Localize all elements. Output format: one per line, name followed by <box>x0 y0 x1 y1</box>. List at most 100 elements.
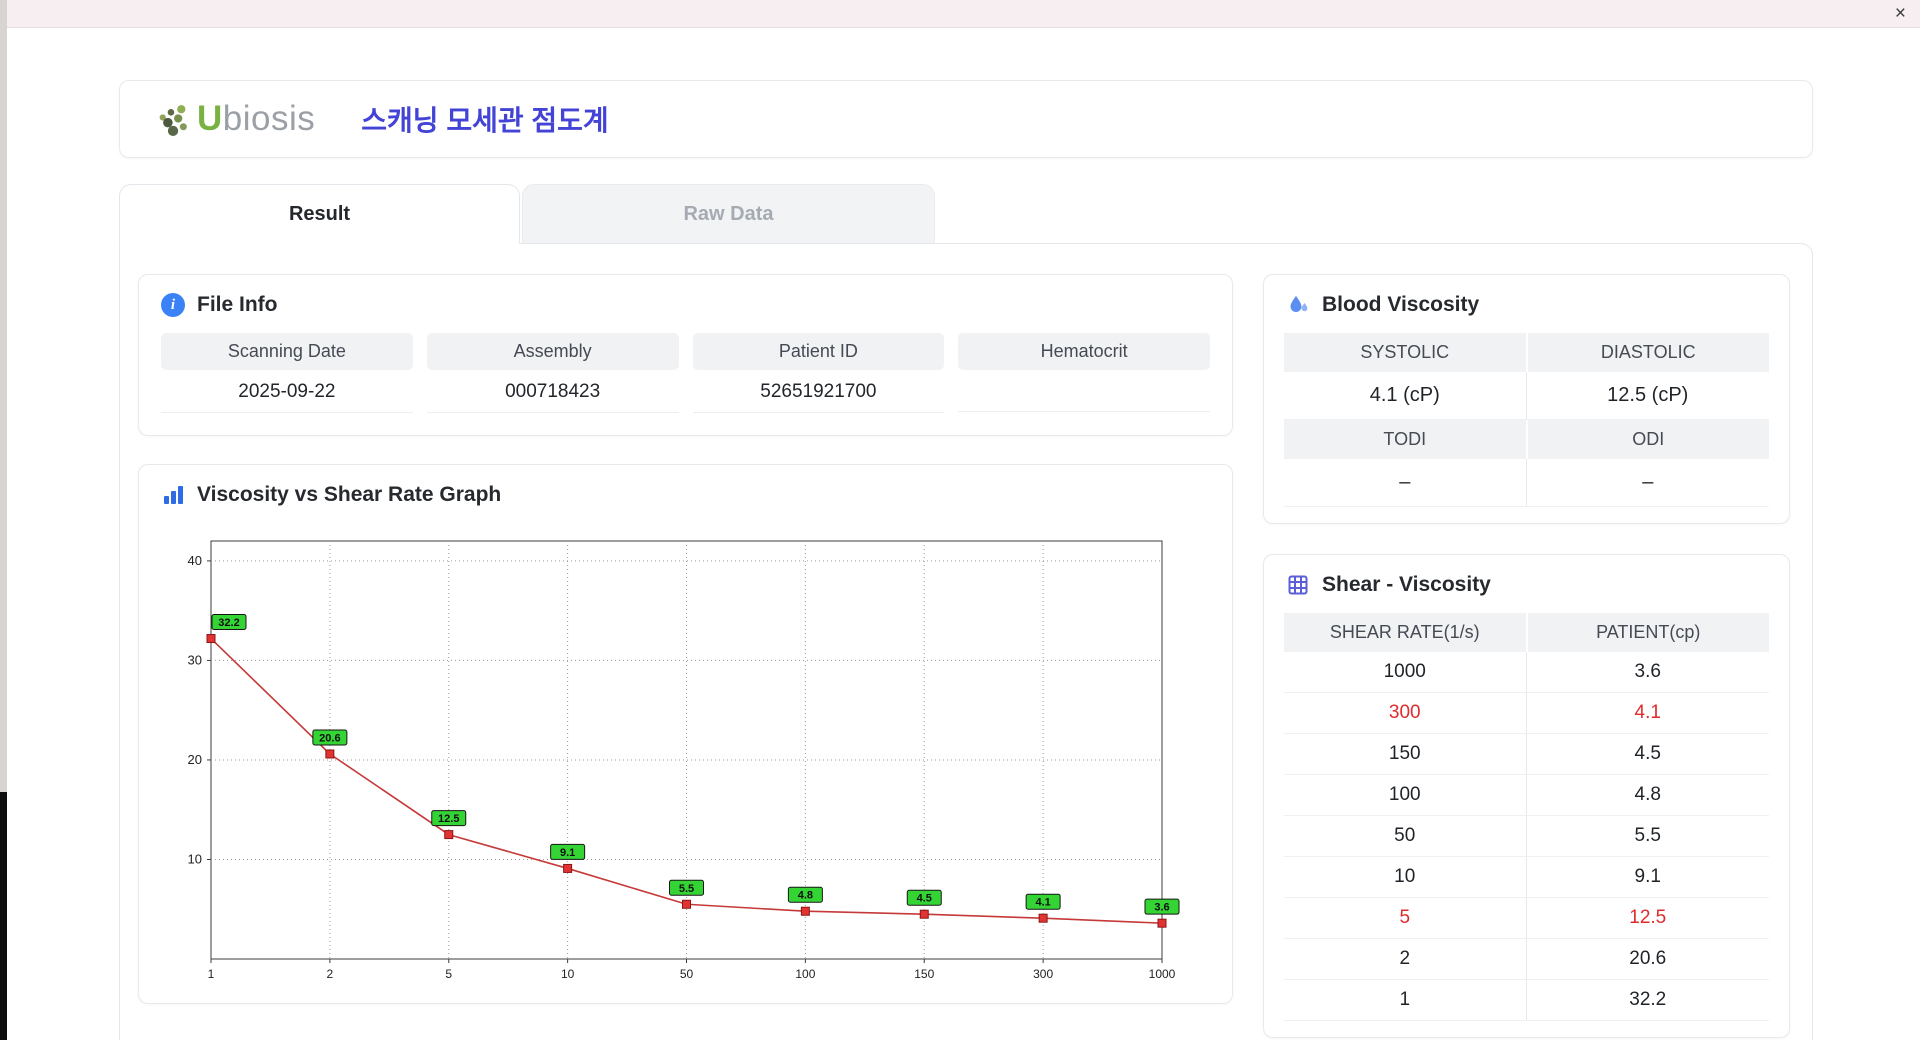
shear-rate-cell: 150 <box>1284 734 1527 774</box>
field-value: 52651921700 <box>692 370 945 413</box>
shear-viscosity-title: Shear - Viscosity <box>1322 573 1491 596</box>
blood-viscosity-card: Blood Viscosity SYSTOLIC DIASTOLIC 4.1 (… <box>1263 274 1790 524</box>
file-info-fields: Scanning Date 2025-09-22 Assembly 000718… <box>139 329 1232 435</box>
logo-text-rest: biosis <box>222 99 316 138</box>
svg-text:4.8: 4.8 <box>798 890 813 902</box>
field-value: 2025-09-22 <box>161 370 413 413</box>
odi-value: – <box>1526 459 1769 507</box>
svg-text:12.5: 12.5 <box>438 813 459 825</box>
diastolic-value: 12.5 (cP) <box>1526 372 1769 420</box>
file-info-heading: i File Info <box>139 275 1232 329</box>
svg-text:5: 5 <box>445 967 452 981</box>
table-grid-icon <box>1286 573 1310 597</box>
patient-cell: 32.2 <box>1629 989 1667 1010</box>
tab-raw-data[interactable]: Raw Data <box>522 184 935 244</box>
graph-title: Viscosity vs Shear Rate Graph <box>197 483 502 506</box>
field-scanning-date: Scanning Date 2025-09-22 <box>161 333 413 413</box>
tab-bar: Result Raw Data <box>119 184 1813 244</box>
shear-row: 50 5.5 <box>1284 816 1769 857</box>
shear-viscosity-card: Shear - Viscosity SHEAR RATE(1/s) PATIEN… <box>1263 554 1790 1038</box>
field-label: Hematocrit <box>958 333 1210 370</box>
shear-rate-cell: 1000 <box>1284 652 1527 692</box>
logo-text: Ubiosis <box>197 99 315 139</box>
shear-row: 300 4.1 <box>1284 693 1769 734</box>
patient-cell: 12.5 <box>1629 907 1667 928</box>
patient-cell: 5.5 <box>1634 825 1661 846</box>
blood-viscosity-table: SYSTOLIC DIASTOLIC 4.1 (cP) 12.5 (cP) TO… <box>1264 329 1789 523</box>
tab-result[interactable]: Result <box>119 184 520 244</box>
field-label: Patient ID <box>692 333 945 370</box>
shear-rate-cell: 2 <box>1284 939 1527 979</box>
shear-rate-cell: 10 <box>1284 857 1527 897</box>
main-content: Ubiosis 스캐닝 모세관 점도계 Result Raw Data i Fi… <box>119 80 1813 1040</box>
svg-text:40: 40 <box>188 553 202 568</box>
patient-cell: 4.5 <box>1634 743 1661 764</box>
bar-chart-icon <box>161 483 185 507</box>
logo-text-u: U <box>197 99 223 138</box>
patient-cell: 4.1 <box>1634 702 1661 723</box>
window-titlebar: × <box>0 0 1920 28</box>
svg-text:32.2: 32.2 <box>218 617 239 629</box>
svg-text:10: 10 <box>188 851 202 866</box>
svg-text:4.1: 4.1 <box>1035 897 1050 909</box>
odi-label: ODI <box>1527 420 1769 459</box>
svg-text:100: 100 <box>795 967 815 981</box>
close-icon[interactable]: × <box>1895 2 1906 26</box>
field-hematocrit: Hematocrit <box>958 333 1210 413</box>
column-header-patient: PATIENT(cp) <box>1527 613 1769 652</box>
shear-rate-cell: 5 <box>1284 898 1527 938</box>
svg-text:150: 150 <box>914 967 934 981</box>
svg-text:30: 30 <box>188 652 202 667</box>
blood-viscosity-title: Blood Viscosity <box>1322 293 1480 316</box>
page-title: 스캐닝 모세관 점도계 <box>361 105 609 136</box>
ubiosis-logo: Ubiosis <box>154 99 315 139</box>
patient-cell: 4.8 <box>1634 784 1661 805</box>
field-patient-id: Patient ID 52651921700 <box>692 333 945 413</box>
shear-row: 1 32.2 <box>1284 980 1769 1021</box>
field-value <box>958 370 1210 412</box>
shear-row: 100 4.8 <box>1284 775 1769 816</box>
shear-rate-cell: 50 <box>1284 816 1527 856</box>
shear-row: 5 12.5 <box>1284 898 1769 939</box>
field-label: Assembly <box>426 333 679 370</box>
svg-text:9.1: 9.1 <box>560 847 575 859</box>
graph-card: Viscosity vs Shear Rate Graph 10 20 30 40 1 2… <box>138 464 1233 1004</box>
field-label: Scanning Date <box>161 333 413 370</box>
info-icon: i <box>161 293 185 317</box>
shear-row: 10 9.1 <box>1284 857 1769 898</box>
svg-text:10: 10 <box>561 967 575 981</box>
content-panel: i File Info Scanning Date 2025-09-22 Ass… <box>119 243 1813 1040</box>
viscosity-chart: 10 20 30 40 1 2 5 10 50 100 150 300 1000 32.2 20.6 12.5… <box>165 521 1208 991</box>
svg-text:20: 20 <box>188 752 202 767</box>
todi-label: TODI <box>1284 420 1526 459</box>
field-assembly: Assembly 000718423 <box>426 333 679 413</box>
patient-cell: 20.6 <box>1629 948 1667 969</box>
svg-text:5.5: 5.5 <box>679 883 694 895</box>
app-window: Ubiosis 스캐닝 모세관 점도계 Result Raw Data i Fi… <box>7 28 1920 1040</box>
patient-cell: 3.6 <box>1634 661 1661 682</box>
left-column: i File Info Scanning Date 2025-09-22 Ass… <box>138 274 1233 1038</box>
patient-cell: 9.1 <box>1634 866 1661 887</box>
svg-text:20.6: 20.6 <box>319 732 340 744</box>
desktop-edge-top <box>0 0 7 792</box>
shear-row: 150 4.5 <box>1284 734 1769 775</box>
svg-text:3.6: 3.6 <box>1154 902 1169 914</box>
desktop-edge-bottom <box>0 792 7 1040</box>
blood-viscosity-heading: Blood Viscosity <box>1264 275 1789 329</box>
field-value: 000718423 <box>426 370 679 413</box>
svg-text:1: 1 <box>208 967 215 981</box>
shear-row: 2 20.6 <box>1284 939 1769 980</box>
systolic-label: SYSTOLIC <box>1284 333 1526 372</box>
shear-row: 1000 3.6 <box>1284 652 1769 693</box>
svg-text:50: 50 <box>680 967 694 981</box>
svg-text:300: 300 <box>1033 967 1053 981</box>
logo-dots-icon <box>154 103 190 136</box>
todi-value: – <box>1284 459 1527 507</box>
file-info-title: File Info <box>197 293 278 316</box>
shear-viscosity-heading: Shear - Viscosity <box>1264 555 1789 609</box>
diastolic-label: DIASTOLIC <box>1527 333 1769 372</box>
shear-viscosity-table: SHEAR RATE(1/s) PATIENT(cp) 1000 3.6 300… <box>1264 609 1789 1037</box>
shear-rate-cell: 1 <box>1284 980 1527 1020</box>
shear-rate-cell: 300 <box>1284 693 1527 733</box>
graph-heading: Viscosity vs Shear Rate Graph <box>139 465 1232 519</box>
